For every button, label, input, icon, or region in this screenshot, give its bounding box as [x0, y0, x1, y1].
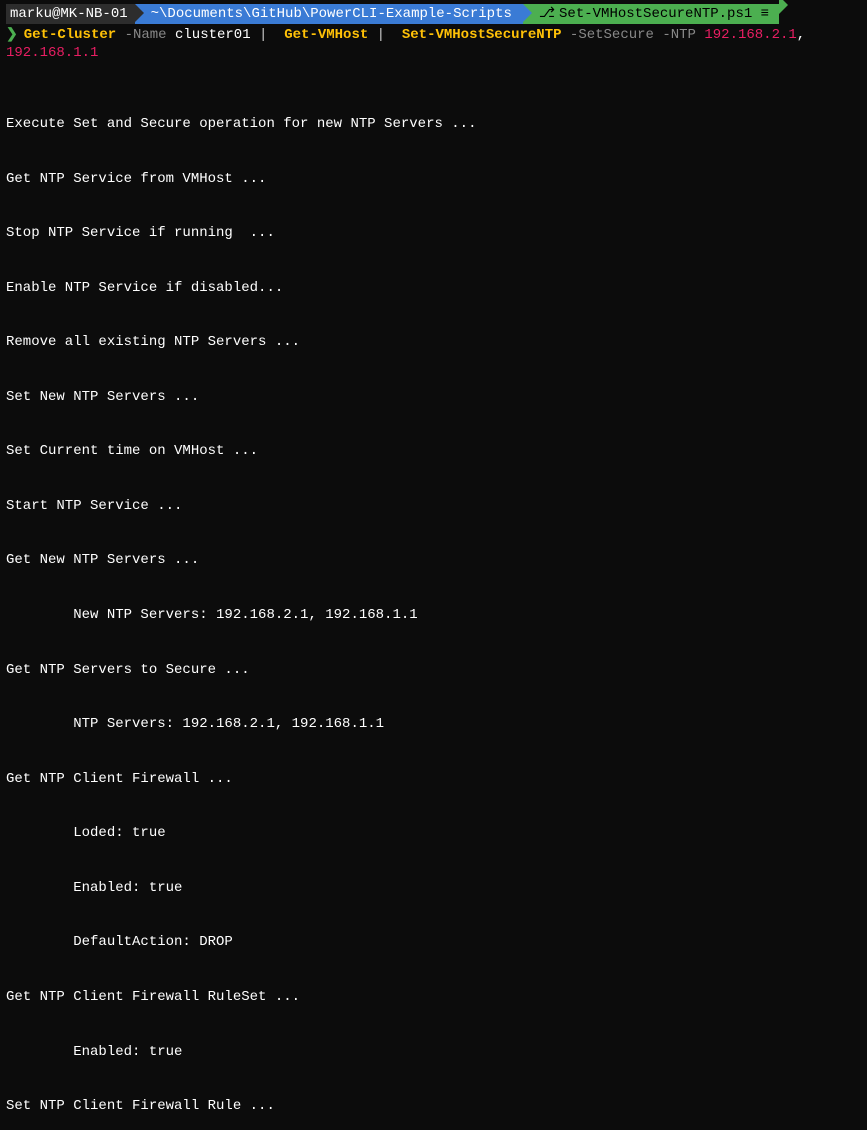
output-line: Enabled: true: [6, 1043, 861, 1061]
output-line: Get New NTP Servers ...: [6, 551, 861, 569]
terminal-output: Execute Set and Secure operation for new…: [6, 79, 861, 1130]
prompt-suffix: ≡: [761, 6, 769, 22]
output-line: Loded: true: [6, 824, 861, 842]
cmdlet-get-cluster: Get-Cluster: [24, 26, 116, 44]
prompt-arrow: ❯: [6, 26, 18, 44]
comma: ,: [797, 26, 805, 44]
ip-1: 192.168.2.1: [704, 26, 796, 44]
output-line: New NTP Servers: 192.168.2.1, 192.168.1.…: [6, 606, 861, 624]
output-line: Stop NTP Service if running ...: [6, 224, 861, 242]
prompt-file: ⎇Set-VMHostSecureNTP.ps1 ≡: [523, 4, 779, 24]
value-cluster01: cluster01: [175, 26, 251, 44]
output-line: Start NTP Service ...: [6, 497, 861, 515]
output-line: Get NTP Servers to Secure ...: [6, 661, 861, 679]
output-line: DefaultAction: DROP: [6, 933, 861, 951]
output-line: Get NTP Client Firewall ...: [6, 770, 861, 788]
output-line: Set NTP Client Firewall Rule ...: [6, 1097, 861, 1115]
output-line: NTP Servers: 192.168.2.1, 192.168.1.1: [6, 715, 861, 733]
output-line: Execute Set and Secure operation for new…: [6, 115, 861, 133]
output-line: Set Current time on VMHost ...: [6, 442, 861, 460]
command-line[interactable]: ❯ Get-Cluster -Name cluster01 | Get-VMHos…: [6, 26, 861, 62]
output-line: Get NTP Service from VMHost ...: [6, 170, 861, 188]
param-name: -Name: [125, 26, 167, 44]
output-line: Set New NTP Servers ...: [6, 388, 861, 406]
prompt-filename: Set-VMHostSecureNTP.ps1: [559, 6, 752, 22]
output-line: Get NTP Client Firewall RuleSet ...: [6, 988, 861, 1006]
param-ntp: -NTP: [662, 26, 696, 44]
pipe-1: |: [259, 26, 267, 44]
prompt-user: marku@MK-NB-01: [6, 4, 136, 24]
pipe-2: |: [377, 26, 385, 44]
output-line: Enabled: true: [6, 879, 861, 897]
ip-2: 192.168.1.1: [6, 44, 98, 62]
prompt-line: marku@MK-NB-01 ~\Documents\GitHub\PowerC…: [6, 4, 861, 24]
output-line: Remove all existing NTP Servers ...: [6, 333, 861, 351]
branch-icon: ⎇: [539, 5, 555, 23]
prompt-path: ~\Documents\GitHub\PowerCLI-Example-Scri…: [135, 4, 524, 24]
param-setsecure: -SetSecure: [570, 26, 654, 44]
output-line: Enable NTP Service if disabled...: [6, 279, 861, 297]
cmdlet-set-vmhostsecurentp: Set-VMHostSecureNTP: [402, 26, 562, 44]
cmdlet-get-vmhost: Get-VMHost: [284, 26, 368, 44]
